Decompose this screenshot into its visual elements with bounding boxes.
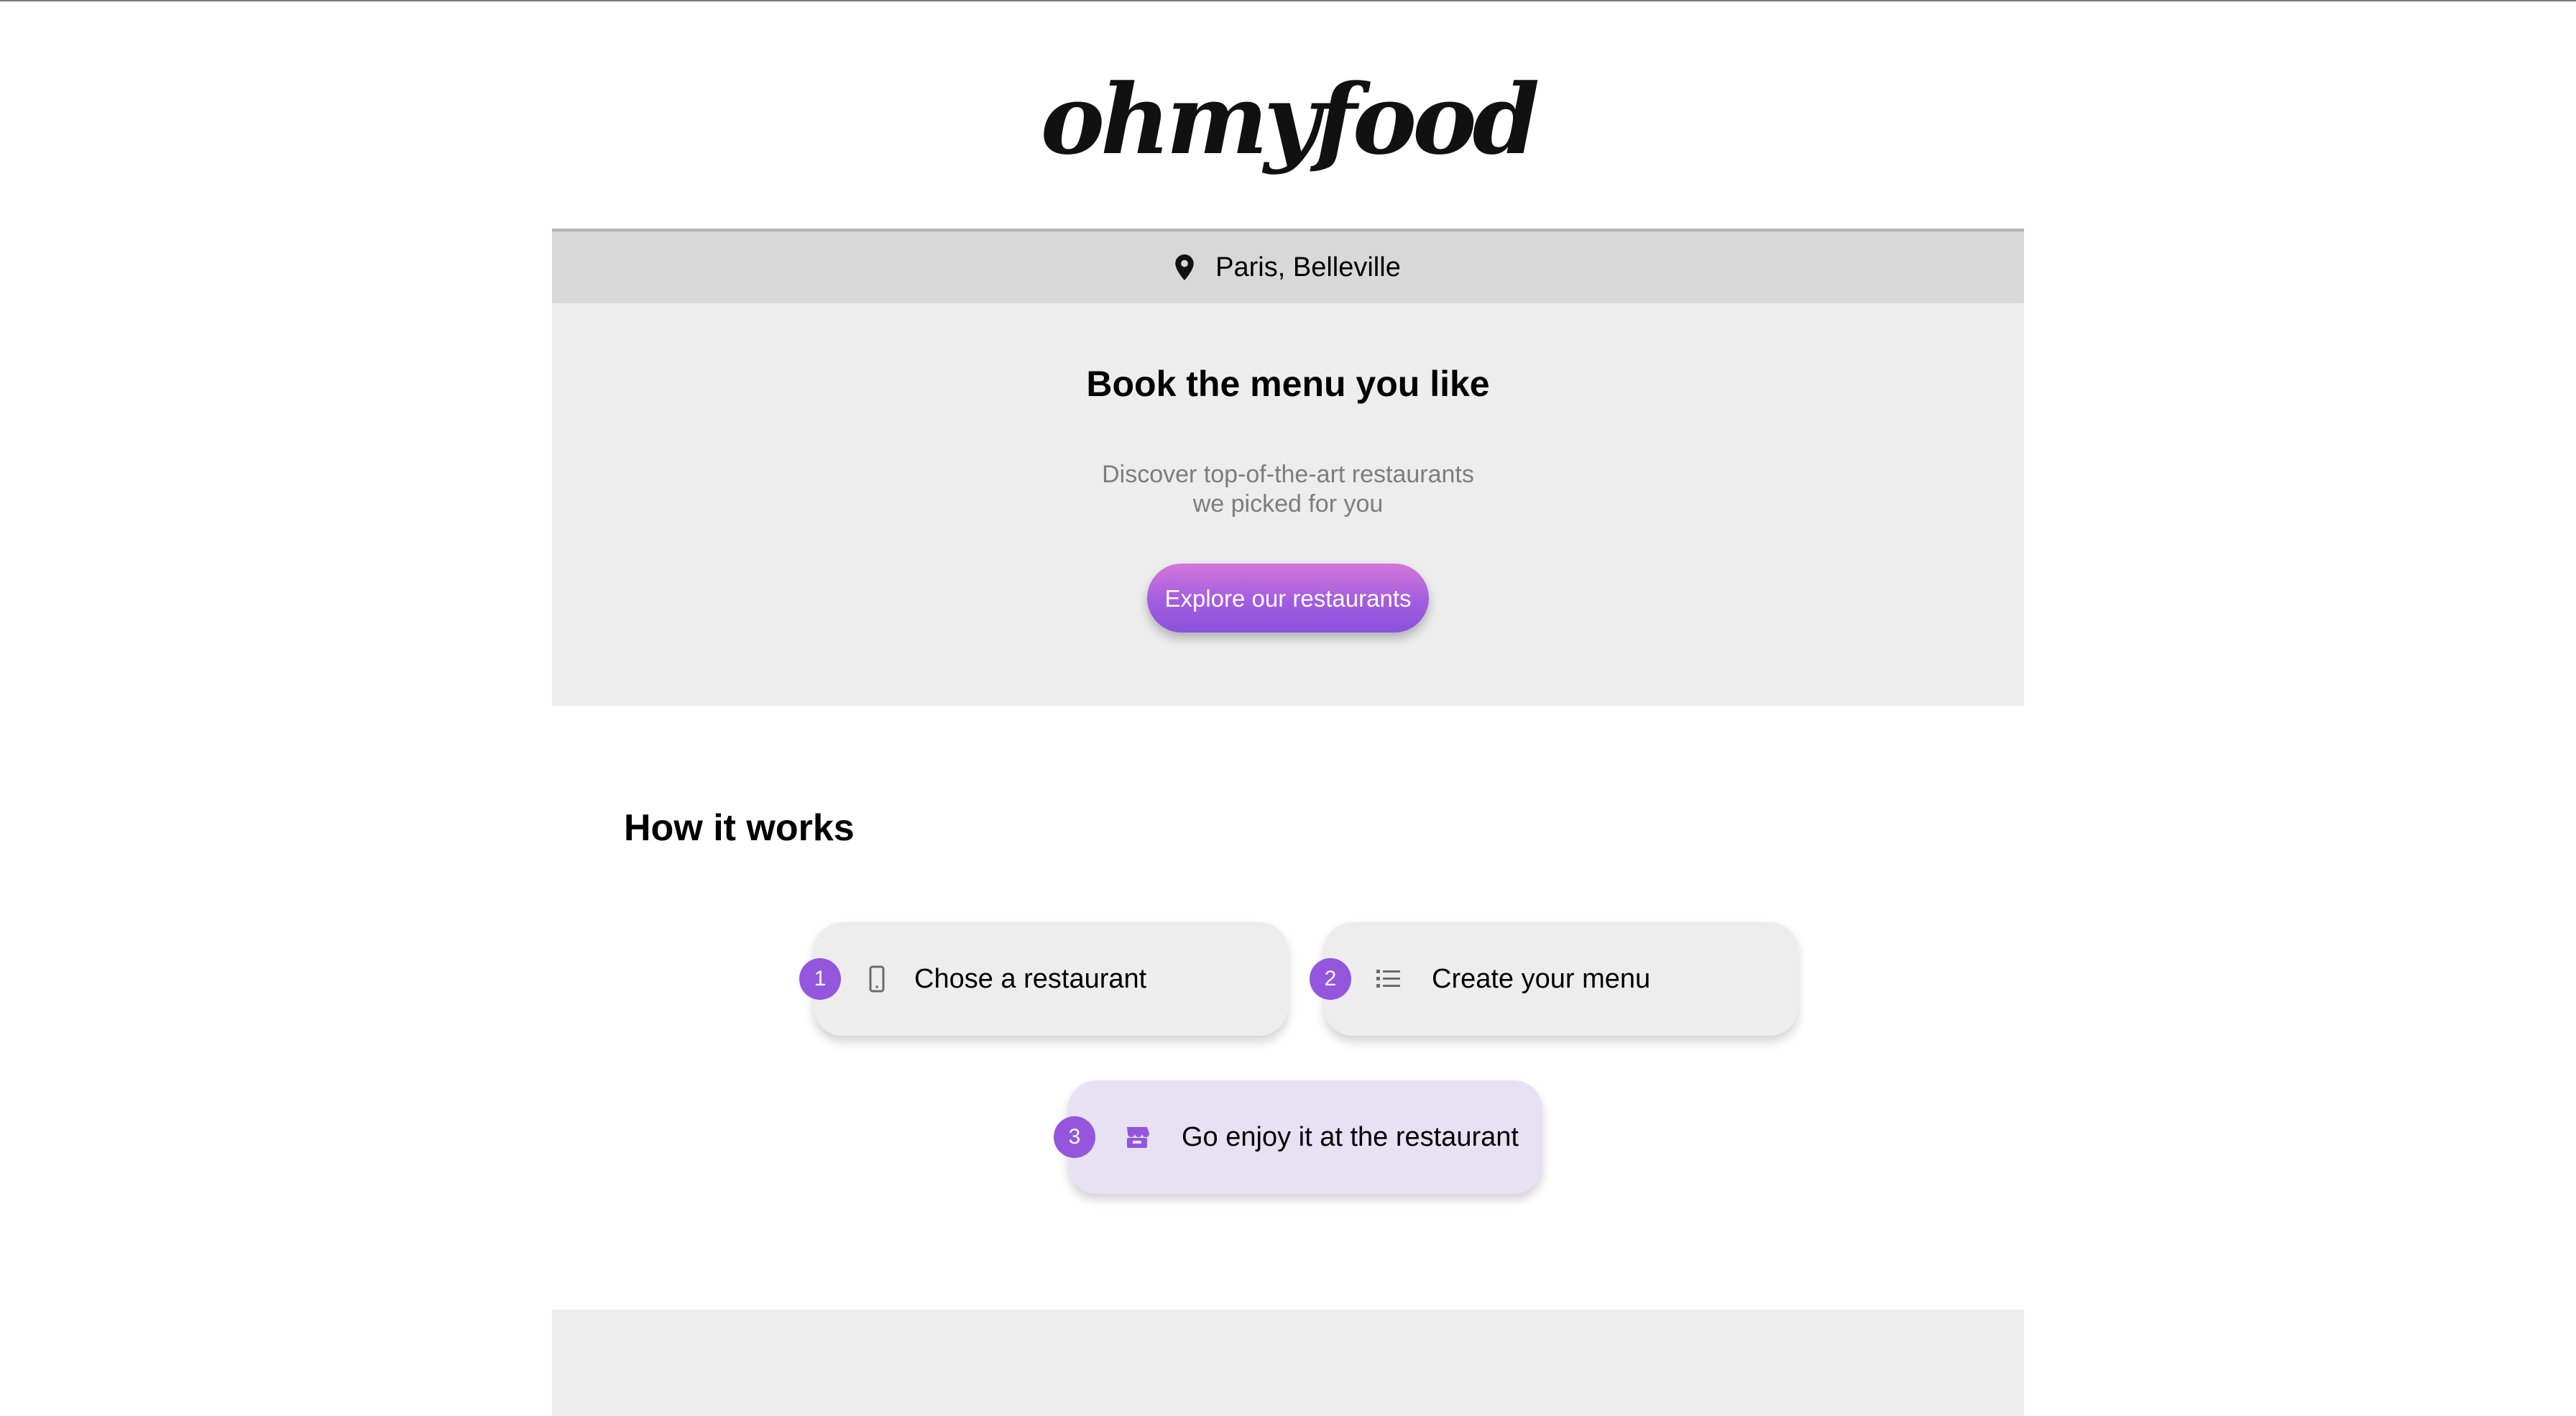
step-number-badge: 1 — [799, 958, 841, 1000]
step-label: Chose a restaurant — [914, 964, 1147, 994]
window-top-border — [0, 0, 2576, 1]
list-icon — [1376, 970, 1400, 988]
step-card-choose-restaurant[interactable]: 1 Chose a restaurant — [799, 922, 1288, 1036]
hero-subtitle-line-2: we picked for you — [1192, 490, 1384, 518]
step-card-enjoy-restaurant[interactable]: 3 Go enjoy it at the restaurant — [1054, 1080, 1542, 1194]
step-number-badge: 3 — [1054, 1116, 1095, 1158]
mobile-phone-icon — [869, 965, 885, 993]
map-pin-icon — [1175, 254, 1194, 280]
location-bar: Paris, Belleville — [552, 229, 2024, 303]
restaurants-section — [552, 1310, 2024, 1416]
store-icon — [1127, 1127, 1149, 1148]
how-it-works-title: How it works — [624, 807, 855, 849]
step-number-badge: 2 — [1310, 958, 1351, 1000]
hero-subtitle: Discover top-of-the-art restaurants we p… — [552, 460, 2024, 519]
hero-subtitle-line-1: Discover top-of-the-art restaurants — [1102, 461, 1474, 488]
explore-restaurants-button[interactable]: Explore our restaurants — [1147, 564, 1429, 633]
step-label: Go enjoy it at the restaurant — [1182, 1122, 1519, 1152]
hero-section: Book the menu you like Discover top-of-t… — [552, 303, 2024, 706]
location-text: Paris, Belleville — [1215, 252, 1401, 282]
step-card-create-menu[interactable]: 2 Create your menu — [1310, 922, 1798, 1036]
step-label: Create your menu — [1432, 964, 1651, 994]
logo[interactable]: ohmyfood — [0, 62, 2576, 177]
hero-title: Book the menu you like — [1086, 364, 1490, 404]
